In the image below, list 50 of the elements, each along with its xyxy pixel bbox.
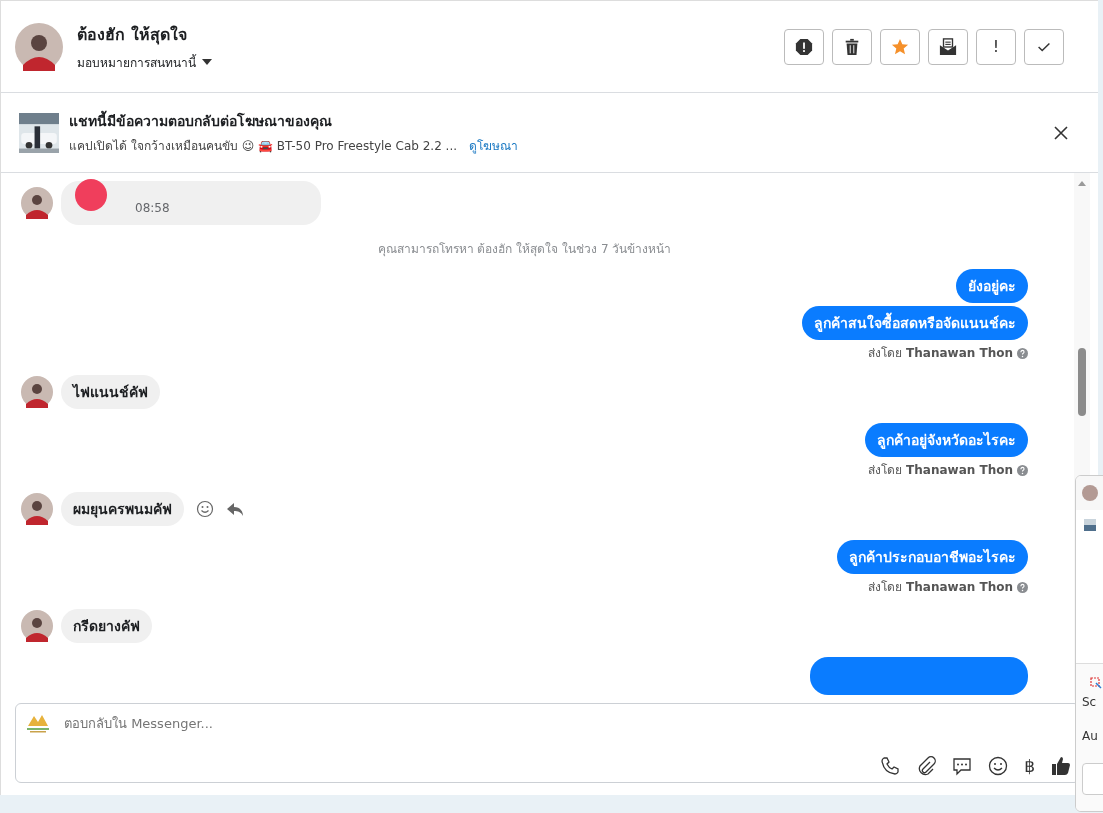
popup-text: Sc: [1082, 694, 1098, 711]
chat-icon[interactable]: [952, 756, 973, 776]
thumbs-up-icon[interactable]: [1051, 756, 1071, 776]
help-icon: [1017, 581, 1028, 593]
avatar: [21, 376, 53, 408]
close-icon[interactable]: [1054, 125, 1068, 140]
alert-button[interactable]: [784, 28, 824, 65]
avatar: [21, 493, 53, 525]
baht-button[interactable]: ฿: [1024, 756, 1035, 776]
sent-message: ลูกค้าอยู่จังหวัดอะไรคะ: [865, 423, 1028, 457]
received-message: ผมยุนครพนมคัฟ: [61, 492, 184, 526]
trash-button[interactable]: [832, 28, 872, 65]
phone-icon[interactable]: [880, 756, 901, 776]
missed-call-icon: [75, 179, 107, 211]
sent-by-label: ส่งโดย Thanawan Thon: [868, 345, 1013, 361]
popup-text: Au: [1082, 728, 1099, 745]
caret-icon: [202, 59, 212, 65]
react-icon[interactable]: [196, 500, 214, 518]
received-message: กรีดยางคัฟ: [61, 609, 152, 643]
check-button[interactable]: [1024, 28, 1064, 65]
paperclip-icon[interactable]: [916, 756, 937, 776]
avatar: [1082, 485, 1098, 501]
sent-by-label: ส่งโดย Thanawan Thon: [868, 462, 1013, 478]
assign-dropdown[interactable]: มอบหมายการสนทนานี้: [77, 52, 212, 72]
avatar: [21, 610, 53, 642]
star-button[interactable]: [880, 28, 920, 65]
sent-message: ยังอยู่คะ: [956, 269, 1028, 303]
emoji-icon[interactable]: [988, 756, 1009, 776]
sent-by-label: ส่งโดย Thanawan Thon: [868, 579, 1013, 595]
important-button[interactable]: !: [976, 28, 1016, 65]
received-message: ไฟแนนช์คัฟ: [61, 375, 160, 409]
avatar: [15, 22, 63, 71]
view-ad-link[interactable]: ดูโฆษณา: [469, 136, 519, 155]
avatar: [21, 187, 53, 219]
tool-icon: [1090, 677, 1102, 689]
sent-message: ลูกค้าประกอบอาชีพอะไรคะ: [837, 540, 1028, 574]
ad-snippet: แคปเปิดได้ ใจกว้างเหมือนคนขับ 😉 🚘 BT-50 Pro Freestyle Cab 2.2 ...: [69, 138, 458, 155]
star-icon: [891, 37, 909, 56]
sent-message: ลูกค้าสนใจซื้อสดหรือจัดแนนช์คะ: [802, 306, 1028, 340]
mail-button[interactable]: [928, 28, 968, 65]
help-icon: [1017, 347, 1028, 359]
reply-icon[interactable]: [226, 500, 244, 518]
contact-name: ต้องฮัก ให้สุดใจ: [77, 23, 188, 47]
call-notice: คุณสามารถโทรหา ต้องฮัก ให้สุดใจ ในช่วง 7 วันข้างหน้า: [376, 241, 673, 257]
alert-icon: [795, 37, 813, 56]
trash-icon: [843, 37, 861, 56]
call-time: 08:58: [135, 201, 170, 215]
envelope-icon: [939, 37, 957, 56]
help-icon: [1017, 464, 1028, 476]
ad-reply-title: แชทนี้มีข้อความตอบกลับต่อโฆษณาของคุณ: [69, 110, 1054, 132]
